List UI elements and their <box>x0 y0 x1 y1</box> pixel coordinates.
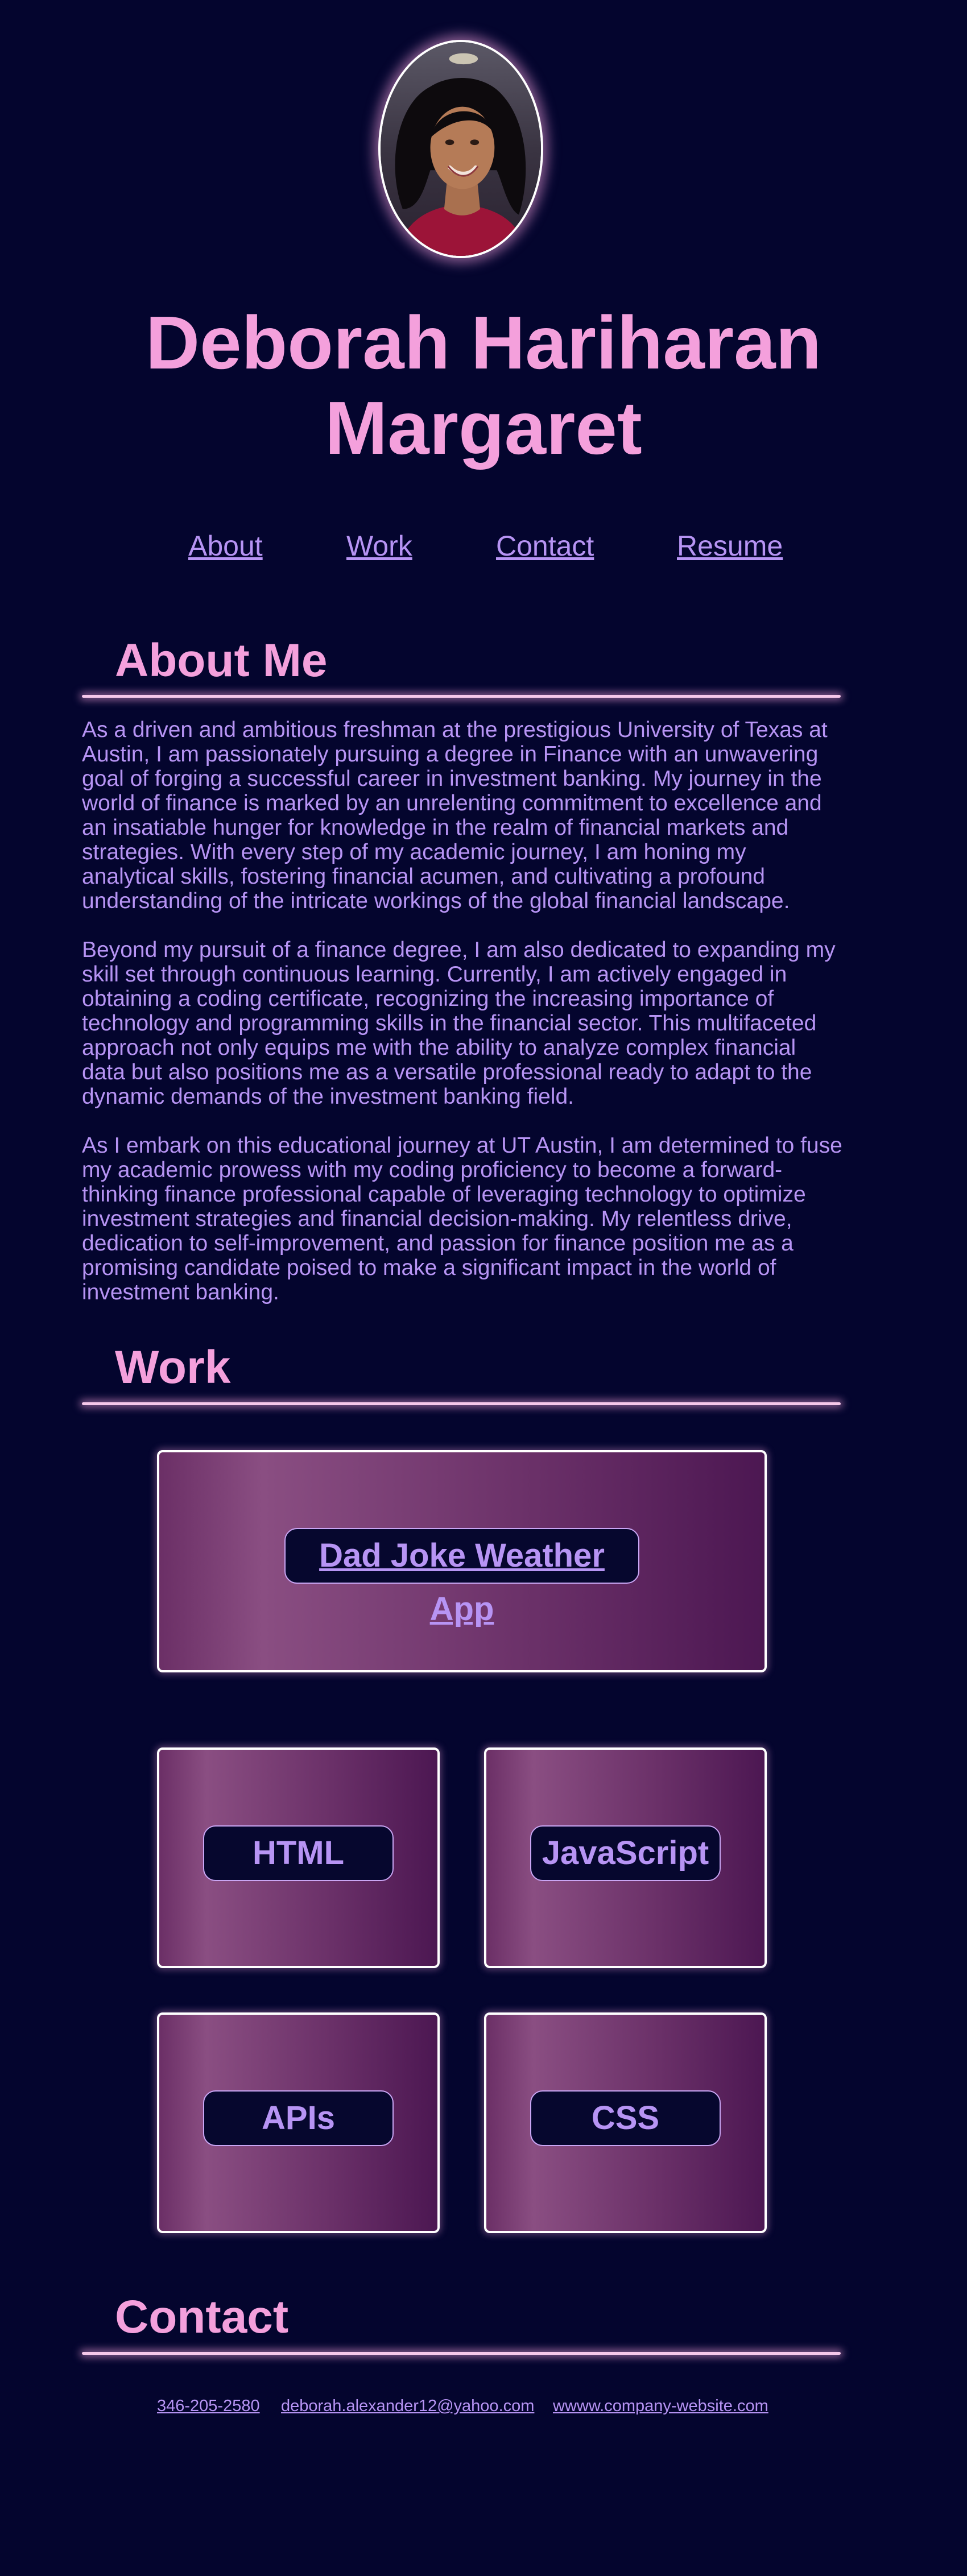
work-divider <box>82 1402 841 1405</box>
skill-label-html: HTML <box>203 1825 394 1881</box>
contact-heading: Contact <box>115 2291 289 2343</box>
contact-email-link[interactable]: deborah.alexander12@yahoo.com <box>281 2396 534 2416</box>
contact-website-link[interactable]: wwww.company-website.com <box>553 2396 768 2416</box>
skill-label-css: CSS <box>530 2090 721 2146</box>
about-divider <box>82 695 841 698</box>
main-nav: About Work Contact Resume <box>0 526 967 566</box>
skill-card-html: HTML <box>157 1747 440 1968</box>
skill-card-javascript: JavaScript <box>484 1747 767 1968</box>
about-paragraph: Beyond my pursuit of a finance degree, I… <box>82 938 836 1109</box>
about-paragraph: As I embark on this educational journey … <box>82 1133 842 1304</box>
contact-phone-link[interactable]: 346-205-2580 <box>157 2396 260 2416</box>
skill-card-css: CSS <box>484 2012 767 2233</box>
skill-label-javascript: JavaScript <box>530 1825 721 1881</box>
about-paragraph: As a driven and ambitious freshman at th… <box>82 718 828 913</box>
profile-name: Deborah Hariharan Margaret <box>145 301 822 470</box>
profile-photo <box>378 40 543 258</box>
skill-label-apis: APIs <box>203 2090 394 2146</box>
project-card-featured[interactable]: Dad Joke Weather App <box>157 1450 767 1672</box>
nav-link-contact[interactable]: Contact <box>496 526 594 566</box>
contact-divider <box>82 2352 841 2355</box>
skill-card-apis: APIs <box>157 2012 440 2233</box>
nav-link-about[interactable]: About <box>188 526 263 566</box>
about-text: As a driven and ambitious freshman at th… <box>82 718 844 1329</box>
about-heading: About Me <box>115 635 328 686</box>
nav-link-resume[interactable]: Resume <box>677 526 783 566</box>
work-heading: Work <box>115 1341 231 1393</box>
nav-link-work[interactable]: Work <box>346 526 412 566</box>
project-link-dad-joke-weather-app[interactable]: Dad Joke Weather App <box>284 1528 639 1627</box>
